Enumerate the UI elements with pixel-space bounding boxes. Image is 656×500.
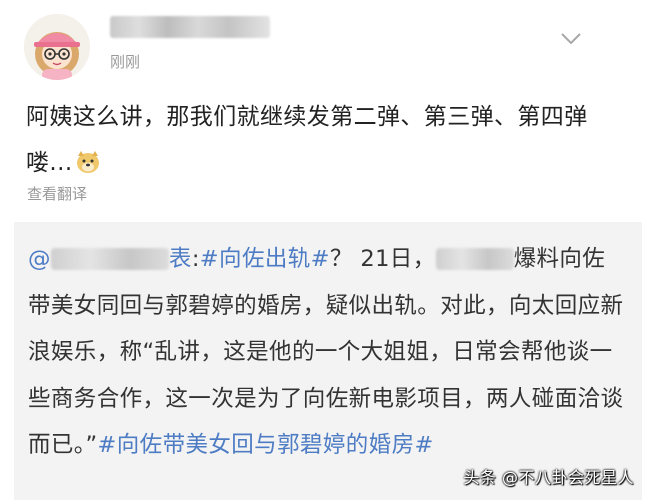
- repost-content: @ 表:#向佐出轨#？ 21日， 爆料向佐带美女同回与郭碧婷的婚房，疑似出轨。对此，…: [28, 236, 628, 469]
- mention-prefix: @: [28, 246, 51, 272]
- topic-link-1[interactable]: #向佐出轨#: [200, 246, 330, 272]
- post-content: 阿姨这么讲，那我们就继续发第二弹、第三弹、第四弹喽...: [26, 94, 626, 186]
- cartoon-girl-avatar-icon: [24, 14, 90, 80]
- blurred-source: [435, 248, 514, 270]
- mention-tail: 表: [168, 246, 192, 272]
- blurred-mention: [50, 248, 169, 270]
- watermark: 头条 @不八卦会死星人: [463, 468, 634, 487]
- topic-link-2[interactable]: #向佐带美女回与郭碧婷的婚房#: [98, 432, 434, 458]
- translate-link[interactable]: 查看翻译: [27, 183, 87, 204]
- post-timestamp: 刚刚: [110, 53, 141, 71]
- mention-link[interactable]: @ 表: [28, 246, 192, 272]
- chevron-down-icon[interactable]: [560, 32, 582, 46]
- post-text: 阿姨这么讲，那我们就继续发第二弹、第三弹、第四弹喽...: [26, 104, 588, 176]
- doge-emoji-icon: [76, 151, 99, 173]
- colon-text: :: [191, 246, 200, 272]
- avatar[interactable]: [24, 14, 90, 80]
- username-blurred[interactable]: [110, 16, 270, 38]
- repost-box[interactable]: @ 表:#向佐出轨#？ 21日， 爆料向佐带美女同回与郭碧婷的婚房，疑似出轨。对此，…: [14, 222, 642, 500]
- repost-text-b: 爆料向佐带美女同回与郭碧婷的婚房，疑似出轨。对此，向太回应新浪娱乐，称“乱讲，这…: [28, 246, 624, 458]
- repost-text-a: ？ 21日，: [329, 246, 436, 272]
